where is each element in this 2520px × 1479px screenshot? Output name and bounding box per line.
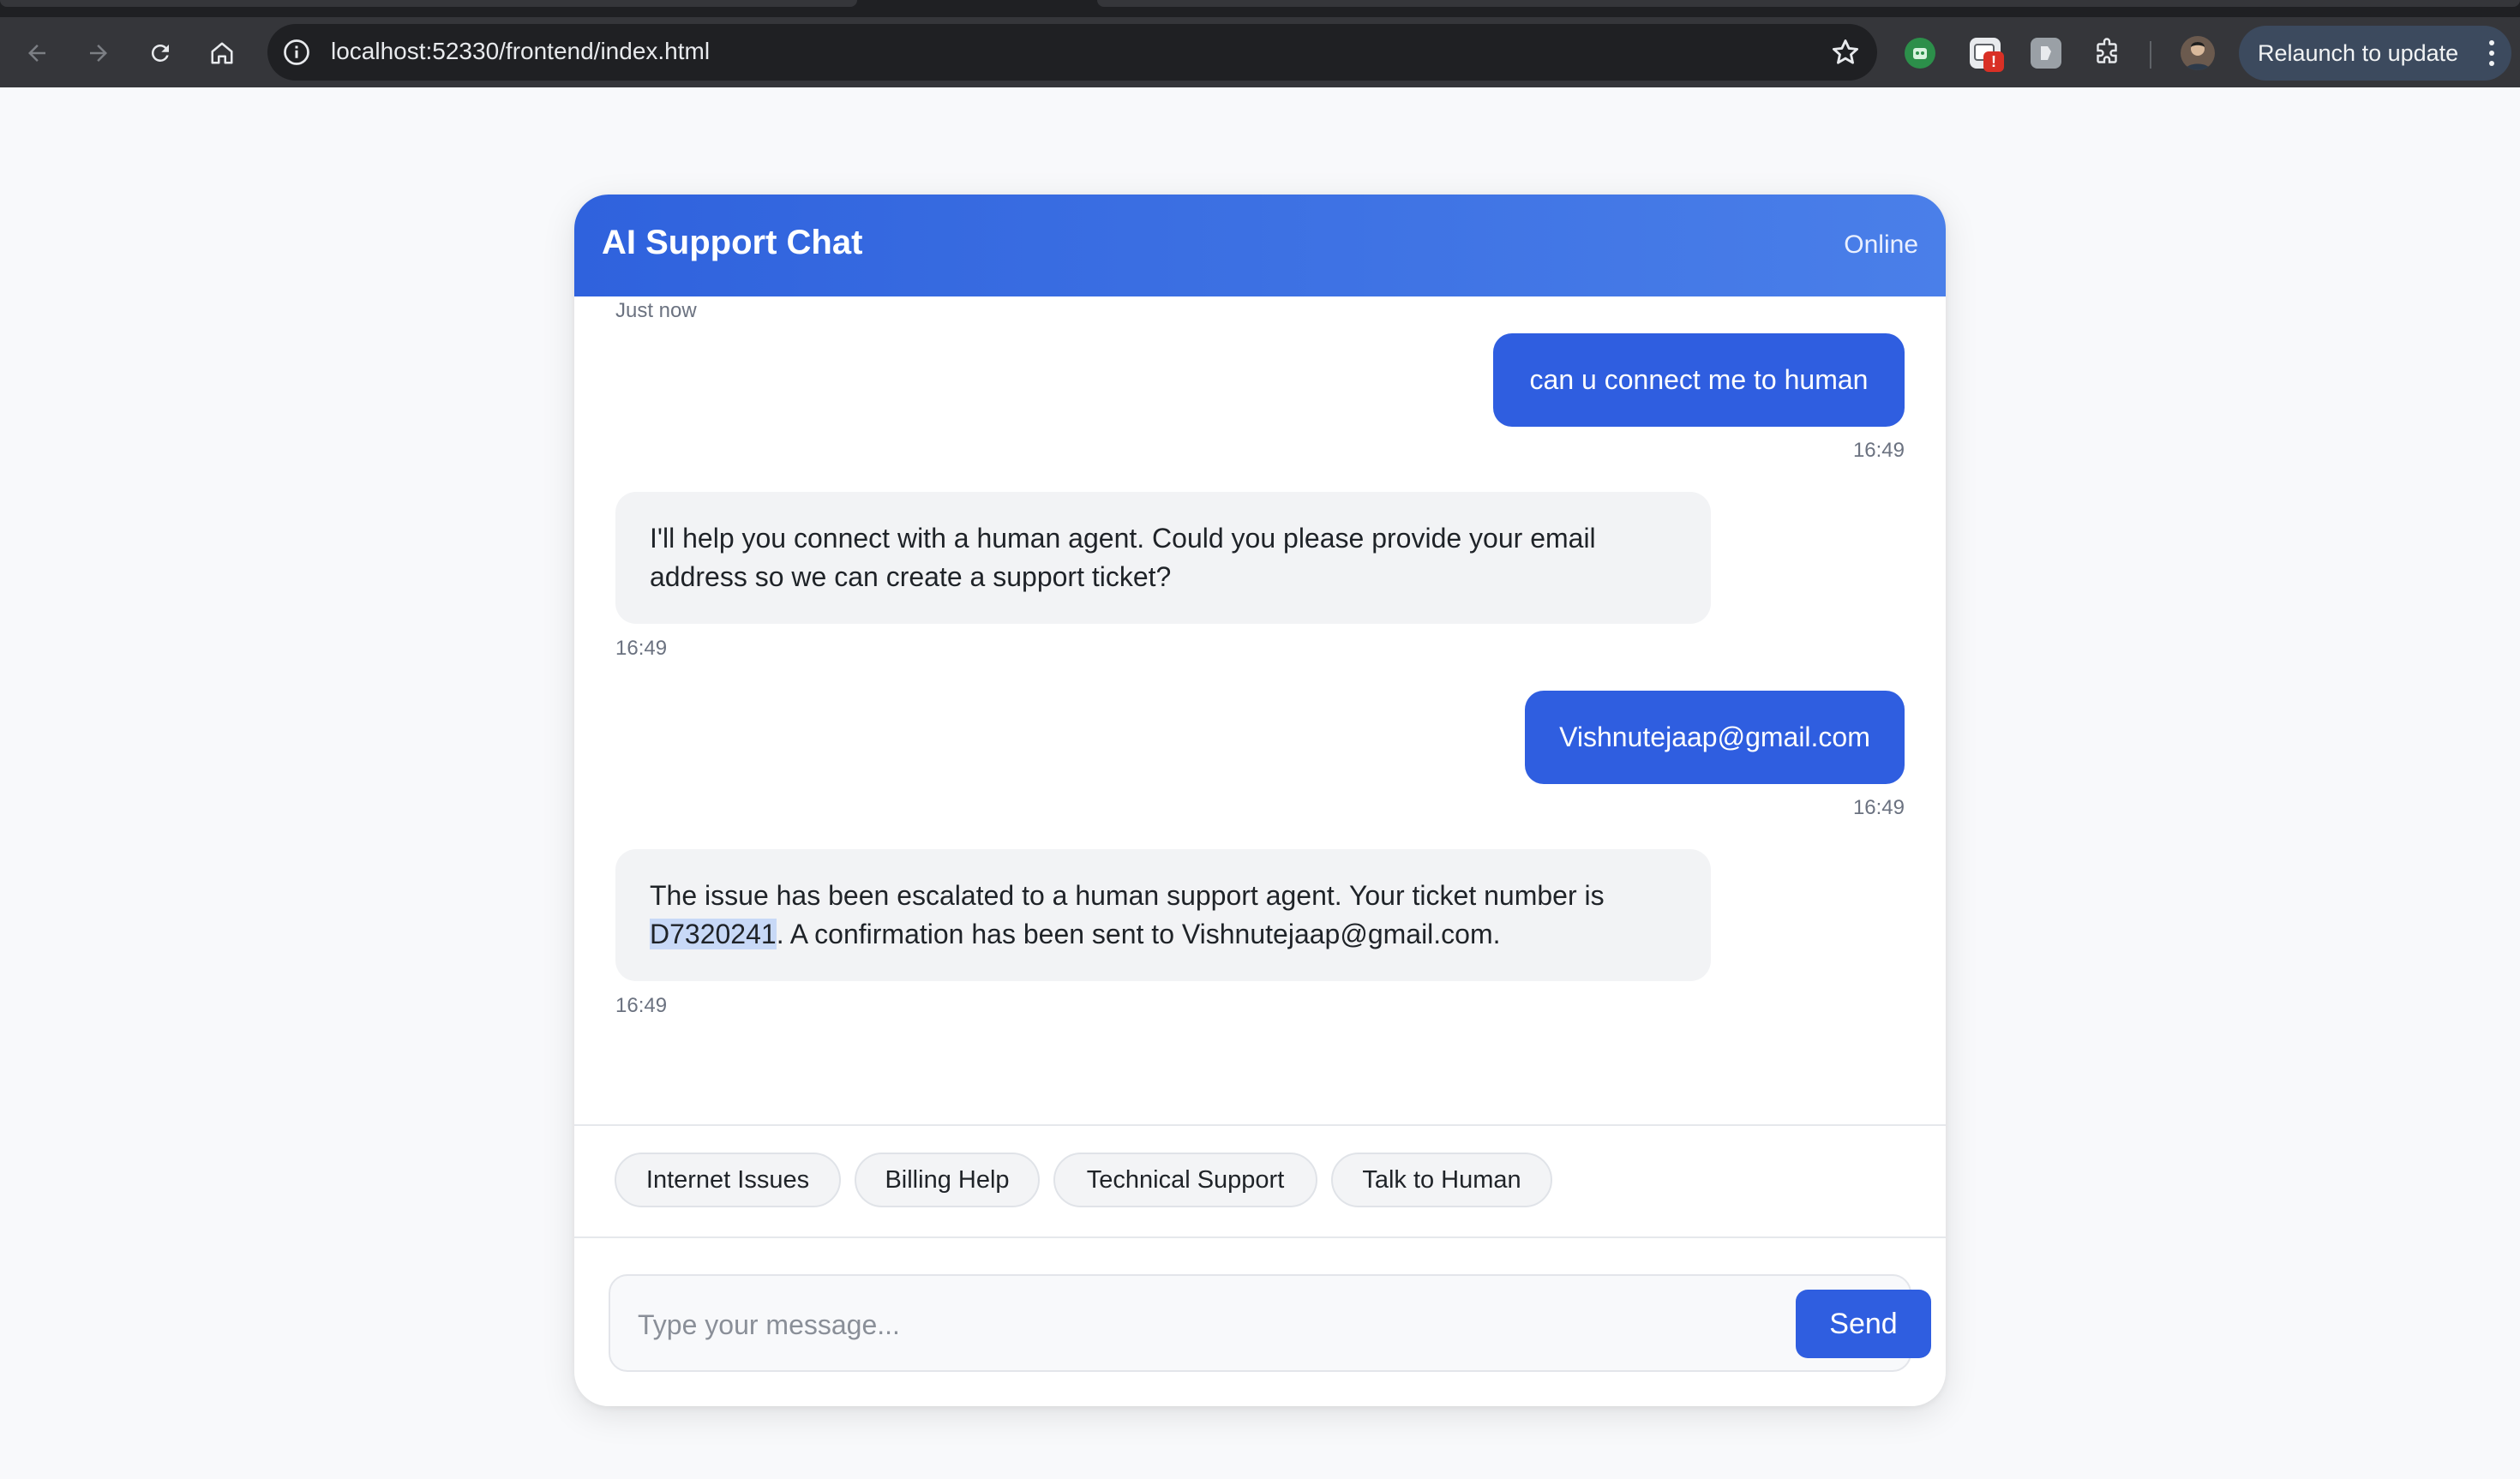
reload-icon [151, 44, 169, 62]
tab-strip [0, 0, 2520, 17]
extensions-puzzle-icon[interactable] [2091, 38, 2122, 69]
arrow-left-icon [28, 45, 45, 62]
quick-reply-talk-to-human[interactable]: Talk to Human [1331, 1153, 1552, 1207]
status-label: Online [1844, 231, 1918, 259]
message-input[interactable] [636, 1300, 1711, 1350]
arrow-right-icon [90, 45, 107, 62]
message-text: Vishnutejaap@gmail.com [1559, 722, 1870, 752]
chat-header: AI Support Chat Online [574, 195, 1946, 296]
extension-gray-icon[interactable] [2031, 38, 2061, 69]
extension-badge: ! [1983, 51, 2004, 72]
send-button[interactable]: Send [1796, 1290, 1931, 1358]
address-bar[interactable]: localhost:52330/frontend/index.html [267, 24, 1877, 81]
relaunch-label: Relaunch to update [2258, 39, 2459, 66]
section-divider [574, 1124, 1946, 1126]
message-timestamp: Just now [615, 299, 697, 322]
message-timestamp: 16:49 [615, 994, 668, 1017]
profile-avatar[interactable] [2181, 36, 2215, 70]
message-text-line: address so we can create a support ticke… [650, 561, 1172, 592]
reload-button[interactable] [146, 39, 175, 68]
forward-button[interactable] [84, 39, 113, 68]
quick-reply-billing-help[interactable]: Billing Help [855, 1153, 1040, 1207]
browser-toolbar: localhost:52330/frontend/index.html ! Re… [0, 17, 2520, 87]
bot-message: The issue has been escalated to a human … [615, 849, 1711, 981]
message-composer: Send [609, 1274, 1931, 1372]
extension-robot-icon[interactable] [1905, 38, 1935, 69]
toolbar-divider [2150, 41, 2151, 69]
message-timestamp: 16:49 [1852, 439, 1905, 462]
relaunch-button[interactable]: Relaunch to update [2239, 26, 2511, 81]
message-text-rest: . A confirmation has been sent to Vishnu… [776, 919, 1501, 949]
message-timestamp: 16:49 [615, 637, 668, 660]
message-text-line: The issue has been escalated to a human … [650, 880, 1605, 911]
message-timestamp: 16:49 [1852, 796, 1905, 819]
user-message: Vishnutejaap@gmail.com [1525, 691, 1905, 784]
message-text: can u connect me to human [1529, 364, 1869, 395]
back-button[interactable] [22, 39, 51, 68]
message-text-line: I'll help you connect with a human agent… [650, 523, 1596, 554]
extension-alert-icon[interactable]: ! [1970, 38, 2004, 72]
bookmark-star-icon[interactable] [1829, 36, 1862, 69]
section-divider [574, 1236, 1946, 1238]
quick-reply-technical-support[interactable]: Technical Support [1053, 1153, 1317, 1207]
chat-widget: AI Support Chat Online Just now can u co… [574, 195, 1946, 1406]
tab-inactive[interactable] [1097, 0, 2520, 7]
message-text-line: D7320241. A confirmation has been sent t… [650, 915, 1677, 954]
user-message: can u connect me to human [1493, 333, 1905, 427]
ticket-number[interactable]: D7320241 [650, 919, 777, 949]
bot-message: I'll help you connect with a human agent… [615, 492, 1711, 624]
site-info-icon[interactable] [281, 37, 312, 68]
url-text[interactable]: localhost:52330/frontend/index.html [331, 38, 710, 65]
home-icon [211, 42, 233, 64]
more-vert-icon[interactable] [2487, 38, 2496, 69]
home-button[interactable] [207, 39, 237, 68]
tab-inactive[interactable] [0, 0, 857, 7]
chat-title: AI Support Chat [602, 224, 863, 261]
quick-reply-internet-issues[interactable]: Internet Issues [615, 1153, 841, 1207]
message-list[interactable]: Just now can u connect me to human 16:49… [574, 296, 1946, 1124]
